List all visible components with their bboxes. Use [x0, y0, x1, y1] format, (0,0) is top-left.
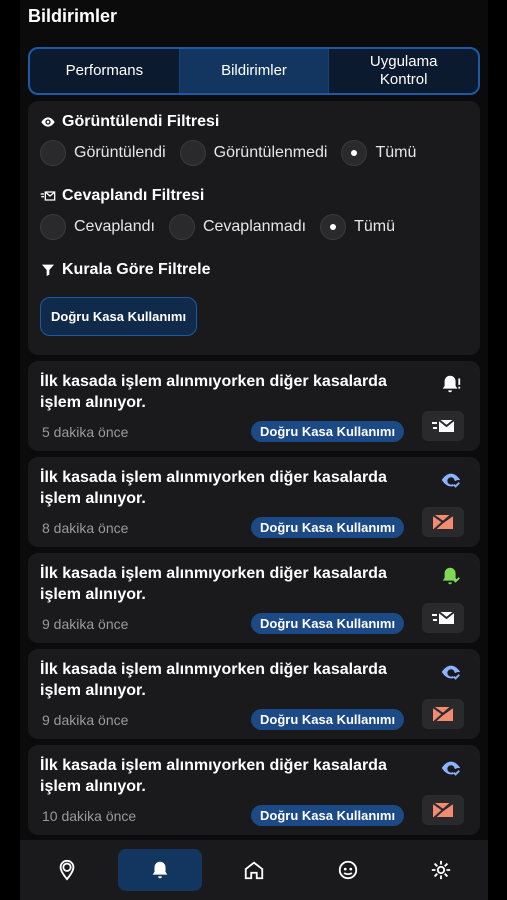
rule-filter-title: Kurala Göre Filtrele [40, 261, 468, 279]
message-button[interactable] [422, 507, 464, 537]
notification-time: 9 dakika önce [42, 616, 129, 632]
rule-tag: Doğru Kasa Kullanımı [251, 421, 405, 442]
radio-circle [179, 140, 206, 166]
rule-chip-button[interactable]: Doğru Kasa Kullanımı [40, 297, 198, 336]
radio-label: Görüntülenmedi [213, 144, 328, 161]
rule-tag: Doğru Kasa Kullanımı [251, 805, 405, 826]
radio-circle [168, 214, 195, 240]
radio-label: Tümü [375, 144, 417, 161]
answered-filter-label: Cevaplandı Filtresi [62, 187, 205, 204]
message-button[interactable] [422, 603, 464, 633]
nav-face[interactable] [306, 849, 390, 891]
filter-icon [42, 264, 54, 276]
notification-card[interactable]: İlk kasada işlem alınmıyorken diğer kasa… [28, 649, 480, 739]
page-title: Bildirimler [28, 6, 118, 26]
notification-time: 9 dakika önce [42, 712, 129, 728]
radio-goruntulendi[interactable]: Görüntülendi [40, 140, 166, 166]
viewed-filter-title: Görüntülendi Filtresi [40, 113, 468, 131]
message-off-icon [432, 801, 454, 819]
top-tabs: Performans Bildirimler Uygulama Kontrol [28, 47, 480, 95]
radio-goruntulenmedi[interactable]: Görüntülenmedi [179, 140, 328, 166]
answered-filter-options: Cevaplandı Cevaplanmadı Tümü [40, 213, 468, 241]
message-icon [432, 611, 455, 624]
filter-panel: Görüntülendi Filtresi Görüntülendi Görün… [28, 101, 480, 355]
face-icon [338, 860, 357, 880]
notification-message: İlk kasada işlem alınmıyorken diğer kasa… [40, 373, 387, 411]
viewed-filter-options: Görüntülendi Görüntülenmedi Tümü [40, 139, 468, 167]
radio-cevaplandi[interactable]: Cevaplandı [40, 214, 155, 240]
notification-message: İlk kasada işlem alınmıyorken diğer kasa… [40, 565, 387, 603]
settings-icon [432, 860, 451, 880]
bell-check-icon [442, 567, 460, 585]
radio-label: Görüntülendi [74, 144, 166, 161]
tab-bildirimler[interactable]: Bildirimler [179, 49, 330, 93]
notification-card[interactable]: İlk kasada işlem alınmıyorken diğer kasa… [28, 745, 480, 835]
radio-circle [40, 140, 66, 166]
eye-icon [41, 117, 55, 127]
nav-settings[interactable] [399, 849, 483, 891]
notification-card[interactable]: İlk kasada işlem alınmıyorken diğer kasa… [28, 553, 480, 643]
location-pin-icon [59, 859, 75, 881]
message-list-icon [40, 191, 56, 201]
phone-frame: Bildirimler Performans Bildirimler Uygul… [20, 0, 488, 900]
notification-list: İlk kasada işlem alınmıyorken diğer kasa… [28, 361, 480, 835]
message-off-icon [432, 513, 454, 531]
notification-message: İlk kasada işlem alınmıyorken diğer kasa… [40, 661, 387, 699]
rule-tag: Doğru Kasa Kullanımı [251, 613, 405, 634]
notification-card[interactable]: İlk kasada işlem alınmıyorken diğer kasa… [28, 457, 480, 547]
viewed-filter-label: Görüntülendi Filtresi [62, 113, 220, 130]
eye-check-icon [441, 665, 461, 680]
radio-label: Cevaplandı [74, 218, 155, 235]
rule-tag: Doğru Kasa Kullanımı [251, 709, 405, 730]
bell-alert-icon [442, 375, 461, 393]
message-off-icon [432, 705, 454, 723]
notification-time: 10 dakika önce [42, 808, 137, 824]
tab-uygulama-kontrol[interactable]: Uygulama Kontrol [329, 49, 478, 93]
nav-notifications[interactable] [118, 849, 203, 891]
bottom-navigation [20, 840, 488, 900]
message-button[interactable] [422, 699, 464, 729]
bell-icon [153, 861, 168, 879]
notification-message: İlk kasada işlem alınmıyorken diğer kasa… [40, 757, 387, 795]
radio-label: Tümü [354, 218, 396, 235]
rule-tag: Doğru Kasa Kullanımı [251, 517, 405, 538]
eye-check-icon [441, 473, 461, 488]
app-screen: Bildirimler Performans Bildirimler Uygul… [0, 0, 507, 900]
radio-tumu-viewed[interactable]: Tümü [341, 140, 416, 166]
rule-filter-label: Kurala Göre Filtrele [62, 261, 211, 278]
notification-time: 5 dakika önce [42, 424, 129, 440]
radio-cevaplanmadi[interactable]: Cevaplanmadı [168, 214, 307, 240]
home-icon [244, 861, 264, 880]
nav-home[interactable] [212, 849, 296, 891]
tab-performans[interactable]: Performans [30, 49, 180, 93]
notification-card[interactable]: İlk kasada işlem alınmıyorken diğer kasa… [28, 361, 480, 451]
answered-filter-title: Cevaplandı Filtresi [40, 187, 468, 205]
radio-label: Cevaplanmadı [202, 218, 307, 235]
radio-circle-selected [320, 214, 347, 240]
eye-check-icon [441, 761, 461, 776]
notification-message: İlk kasada işlem alınmıyorken diğer kasa… [40, 469, 387, 507]
tab-uygulama-kontrol-label: Uygulama Kontrol [369, 53, 438, 88]
radio-circle [40, 214, 66, 240]
radio-circle-selected [341, 140, 368, 166]
nav-location[interactable] [25, 849, 109, 891]
message-button[interactable] [422, 411, 464, 441]
message-button[interactable] [422, 795, 464, 825]
message-icon [432, 419, 455, 432]
radio-tumu-answered[interactable]: Tümü [320, 214, 395, 240]
notification-time: 8 dakika önce [42, 520, 129, 536]
